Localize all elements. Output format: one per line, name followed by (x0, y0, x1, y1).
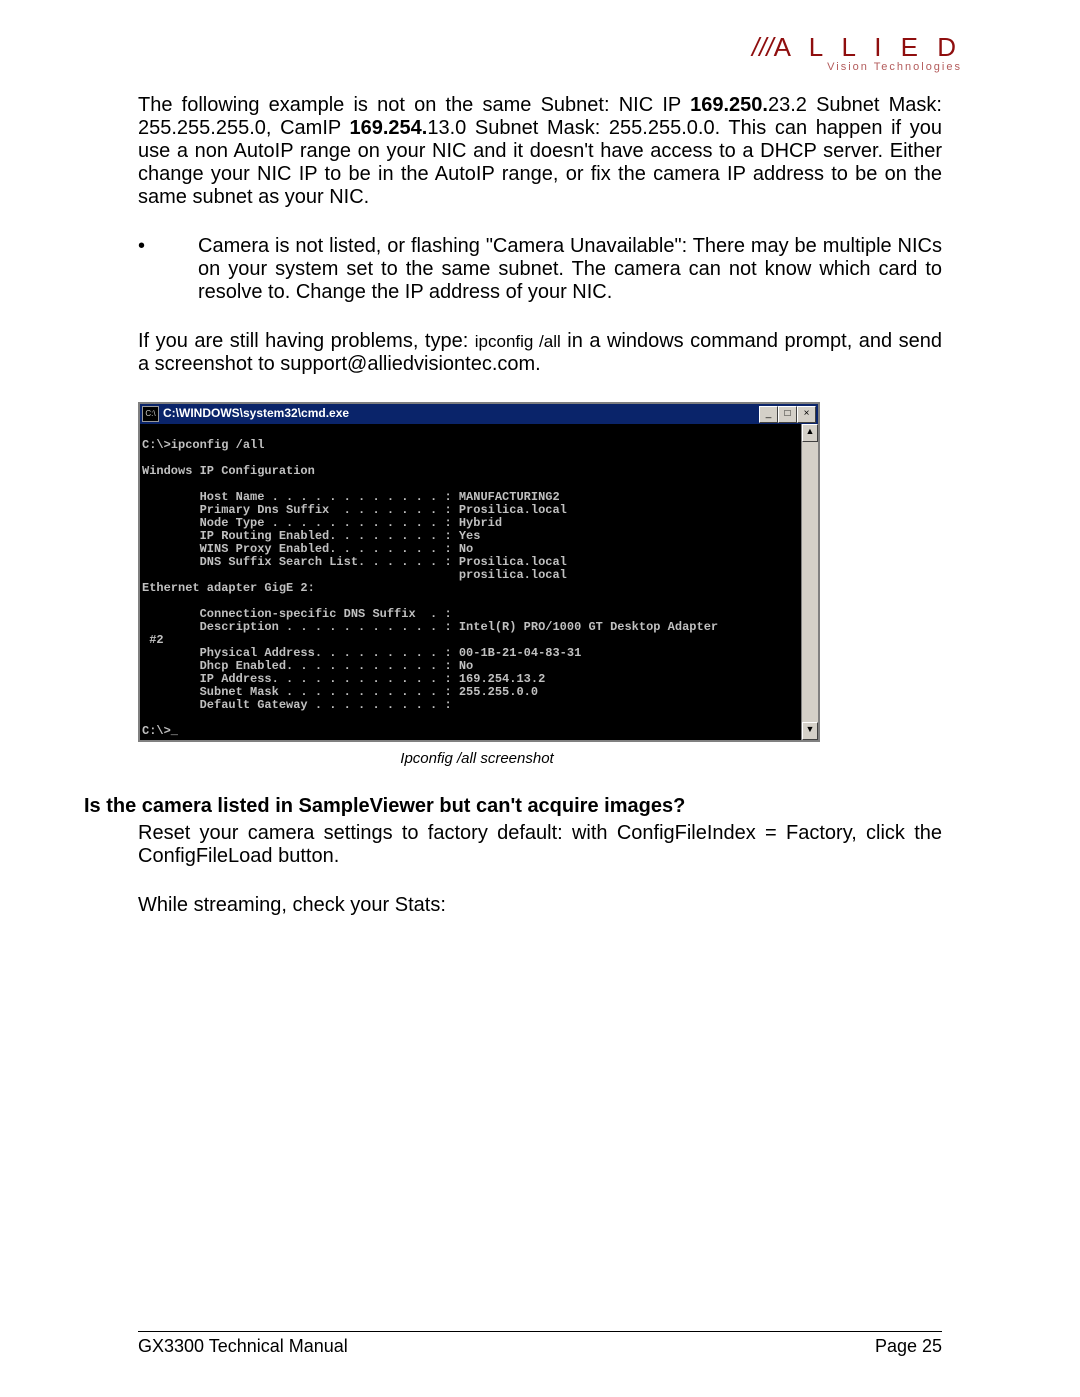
nic-ip-prefix: 169.250. (690, 94, 768, 116)
cmd-output-area[interactable]: C:\>ipconfig /all Windows IP Configurati… (140, 424, 801, 740)
paragraph-ipconfig-instructions: If you are still having problems, type: … (138, 330, 942, 376)
cmd-scrollbar[interactable]: ▲ ▼ (801, 424, 818, 740)
paragraph-check-stats: While streaming, check your Stats: (138, 894, 942, 917)
scroll-down-button[interactable]: ▼ (802, 722, 818, 740)
maximize-button[interactable]: □ (778, 406, 797, 423)
cmd-system-menu-icon[interactable]: C:\ (142, 406, 159, 422)
footer-page-number: Page 25 (875, 1336, 942, 1357)
minimize-button[interactable]: _ (759, 406, 778, 423)
text-fragment: If you are still having problems, type: (138, 330, 475, 352)
logo-main: ///A L L I E D (752, 34, 962, 60)
logo-brand-text: A L L I E D (774, 32, 962, 62)
text-fragment: The following example is not on the same… (138, 94, 690, 116)
footer-doc-title: GX3300 Technical Manual (138, 1336, 348, 1357)
bullet-text: Camera is not listed, or flashing "Camer… (198, 235, 942, 304)
figure-caption: Ipconfig /all screenshot (138, 750, 816, 767)
paragraph-factory-reset: Reset your camera settings to factory de… (138, 822, 942, 868)
cmd-window: C:\ C:\WINDOWS\system32\cmd.exe _ □ × C:… (138, 402, 820, 742)
body-content: The following example is not on the same… (138, 94, 942, 917)
cmd-window-buttons: _ □ × (759, 406, 816, 423)
bullet-icon: • (138, 235, 198, 304)
document-page: ///A L L I E D Vision Technologies The f… (0, 0, 1080, 1397)
scroll-track[interactable] (802, 442, 818, 722)
paragraph-camera-unavailable: • Camera is not listed, or flashing "Cam… (138, 235, 942, 304)
page-footer: GX3300 Technical Manual Page 25 (138, 1331, 942, 1357)
scroll-up-button[interactable]: ▲ (802, 424, 818, 442)
logo-slashes: /// (752, 32, 774, 62)
cmd-window-title: C:\WINDOWS\system32\cmd.exe (163, 407, 349, 421)
close-button[interactable]: × (797, 406, 816, 423)
section-heading-sampleviewer: Is the camera listed in SampleViewer but… (84, 795, 942, 818)
cmd-titlebar: C:\ C:\WINDOWS\system32\cmd.exe _ □ × (140, 404, 818, 424)
cam-ip-prefix: 169.254. (350, 117, 428, 139)
logo-subtitle: Vision Technologies (752, 62, 962, 73)
brand-logo: ///A L L I E D Vision Technologies (752, 34, 962, 73)
paragraph-subnet-example: The following example is not on the same… (138, 94, 942, 209)
ipconfig-command-inline: ipconfig /all (475, 332, 561, 351)
